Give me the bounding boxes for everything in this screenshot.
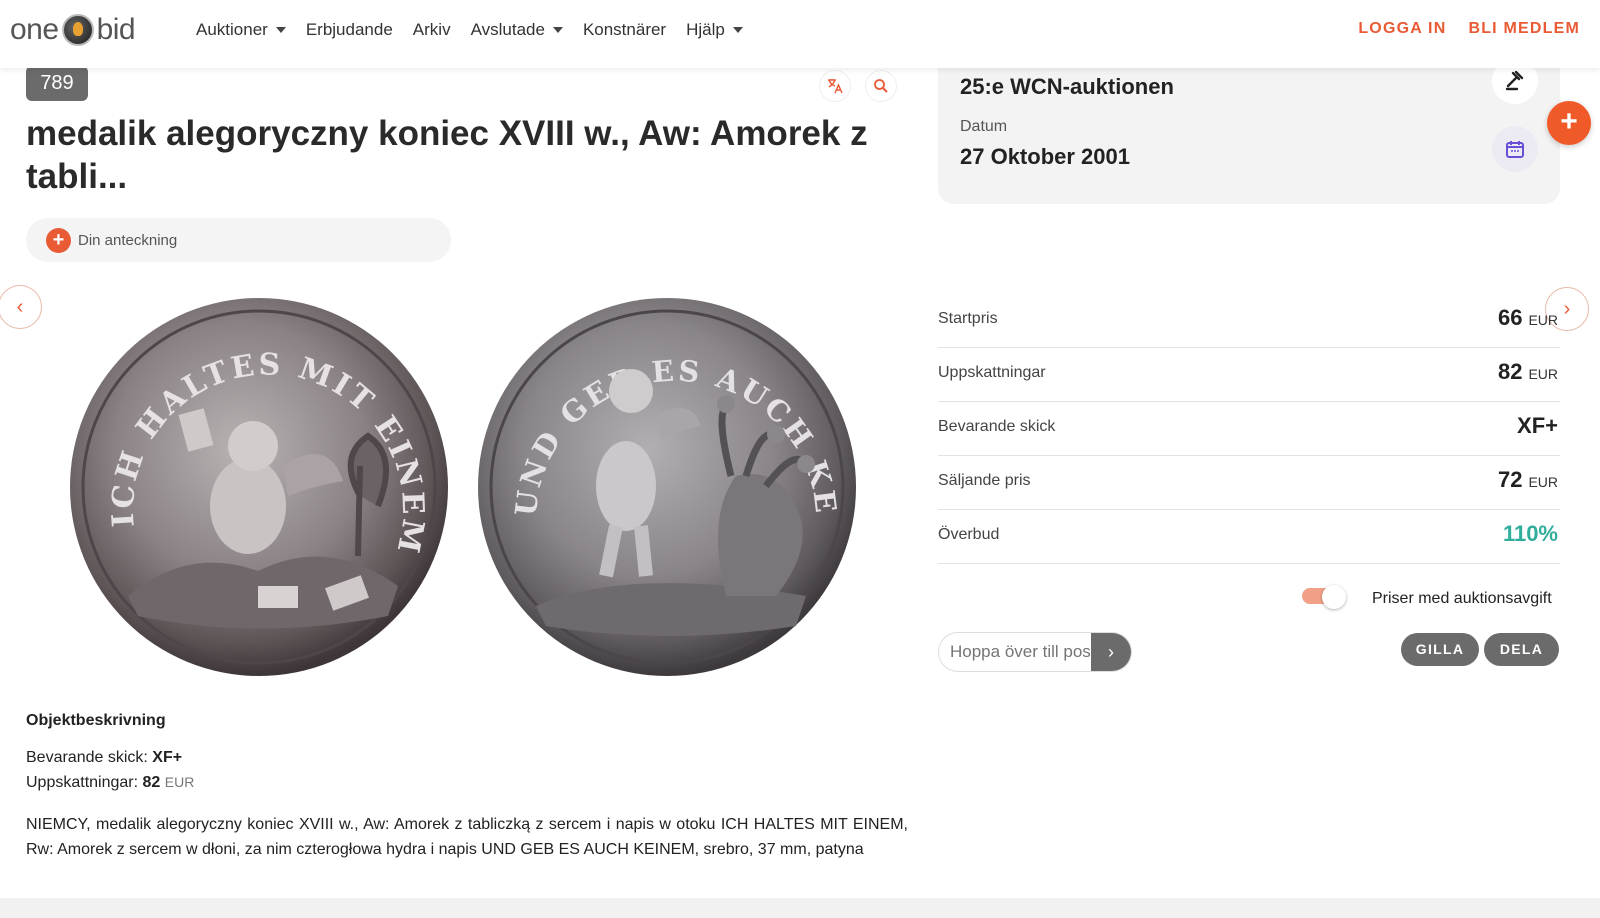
logo-ball-icon	[61, 14, 94, 46]
price-currency: EUR	[1528, 366, 1558, 382]
auction-info-card: 25:e WCN-auktionen Datum 27 Oktober 2001	[938, 58, 1560, 204]
lot-title: medalik alegoryczny koniec XVIII w., Aw:…	[26, 114, 868, 196]
price-currency: EUR	[1528, 312, 1558, 328]
translate-button[interactable]	[819, 70, 851, 102]
price-row-saljande: Säljande pris 72 EUR	[938, 456, 1560, 510]
window-bottom-edge	[0, 898, 1600, 918]
jump-to-lot: ›	[938, 632, 1132, 672]
description-condition: Bevarande skick: XF+	[26, 749, 182, 767]
price-number: XF+	[1517, 413, 1558, 438]
fee-toggle-label: Priser med auktionsavgift	[1372, 590, 1552, 607]
coin-obverse-image[interactable]: ICH HALTES MIT EINEM	[68, 296, 450, 678]
menu-label: Avslutade	[470, 20, 545, 39]
auth-links: LOGGA IN BLI MEDLEM	[1358, 20, 1580, 38]
note-label: Din anteckning	[78, 231, 178, 249]
menu-item-erbjudande[interactable]: Erbjudande	[296, 18, 403, 42]
menu-item-avslutade[interactable]: Avslutade	[461, 18, 573, 42]
price-label: Överbud	[938, 526, 1000, 543]
chevron-down-icon	[275, 27, 286, 33]
menu-label: Hjälp	[686, 20, 725, 39]
fee-toggle[interactable]	[1302, 585, 1346, 609]
description-text: NIEMCY, medalik alegoryczny koniec XVIII…	[26, 816, 908, 858]
add-fab-button[interactable]: +	[1547, 101, 1591, 145]
like-button[interactable]: GILLA	[1401, 633, 1479, 666]
price-label: Uppskattningar	[938, 364, 1046, 381]
price-value: 110%	[1503, 521, 1558, 547]
logo-text-right: bid	[96, 13, 136, 46]
chevron-left-icon: ‹	[16, 295, 24, 318]
jump-go-button[interactable]: ›	[1091, 633, 1131, 671]
coin-reverse-image[interactable]: UND GEB ES AUCH KEINEM	[458, 269, 858, 678]
plus-icon: +	[1560, 105, 1578, 138]
onebid-logo[interactable]: one bid	[10, 10, 136, 50]
top-navbar: one bid Auktioner Erbjudande Arkiv Avslu…	[0, 0, 1600, 68]
estimate-currency: EUR	[164, 774, 195, 790]
condition-label: Bevarande skick:	[26, 749, 148, 766]
price-value: 66 EUR	[1498, 305, 1558, 331]
price-label: Startpris	[938, 310, 998, 327]
menu-label: Auktioner	[196, 20, 268, 39]
price-row-uppskattningar: Uppskattningar 82 EUR	[938, 348, 1560, 402]
login-link[interactable]: LOGGA IN	[1358, 20, 1446, 38]
lot-images: ICH HALTES MIT EINEM UND GE ES AUCH KE	[60, 269, 880, 682]
menu-item-auktioner[interactable]: Auktioner	[186, 18, 296, 42]
jump-input[interactable]	[939, 633, 1093, 671]
register-link[interactable]: BLI MEDLEM	[1468, 20, 1580, 38]
chevron-right-icon: ›	[1563, 297, 1571, 320]
note-button[interactable]: + Din anteckning	[26, 218, 451, 262]
price-value: XF+	[1517, 413, 1558, 439]
plus-icon: +	[46, 227, 71, 253]
chevron-right-icon: ›	[1108, 642, 1114, 662]
price-value: 82 EUR	[1498, 359, 1558, 385]
condition-value: XF+	[152, 749, 183, 766]
price-label: Säljande pris	[938, 472, 1031, 489]
menu-label: Arkiv	[412, 20, 451, 39]
menu-label: Erbjudande	[305, 20, 393, 39]
share-button[interactable]: DELA	[1484, 633, 1559, 666]
price-row-startpris: Startpris 66 EUR	[938, 294, 1560, 348]
lot-number-badge: 789	[26, 66, 88, 101]
price-number: 110%	[1502, 521, 1558, 546]
logo-text-left: one	[10, 13, 59, 46]
toggle-knob	[1322, 585, 1346, 609]
price-number: 66	[1497, 305, 1523, 330]
prev-lot-button[interactable]: ‹	[0, 285, 42, 329]
price-number: 72	[1497, 467, 1523, 492]
search-icon	[874, 79, 888, 93]
main-menu: Auktioner Erbjudande Arkiv Avslutade Kon…	[186, 18, 753, 42]
description-estimate: Uppskattningar: 82 EUR	[26, 774, 194, 792]
chevron-down-icon	[552, 27, 563, 33]
gavel-icon	[1505, 70, 1524, 91]
calendar-icon	[1506, 141, 1524, 158]
menu-item-arkiv[interactable]: Arkiv	[403, 18, 461, 42]
translate-icon	[828, 79, 843, 94]
date-value: 27 Oktober 2001	[960, 144, 1130, 169]
description-heading: Objektbeskrivning	[26, 712, 166, 729]
price-label: Bevarande skick	[938, 418, 1056, 435]
chevron-down-icon	[732, 27, 743, 33]
date-label: Datum	[960, 118, 1008, 135]
auction-name[interactable]: 25:e WCN-auktionen	[960, 74, 1174, 100]
menu-item-hjalp[interactable]: Hjälp	[676, 18, 753, 42]
price-row-overbud: Överbud 110%	[938, 510, 1560, 564]
price-value: 72 EUR	[1498, 467, 1558, 493]
price-currency: EUR	[1528, 474, 1558, 490]
estimate-value: 82	[142, 774, 161, 791]
menu-item-konstnarer[interactable]: Konstnärer	[573, 18, 676, 42]
price-row-skick: Bevarande skick XF+	[938, 402, 1560, 456]
price-number: 82	[1497, 359, 1523, 384]
menu-label: Konstnärer	[582, 20, 667, 39]
zoom-button[interactable]	[865, 70, 897, 102]
estimate-label: Uppskattningar:	[26, 774, 139, 791]
calendar-button[interactable]	[1492, 126, 1538, 172]
